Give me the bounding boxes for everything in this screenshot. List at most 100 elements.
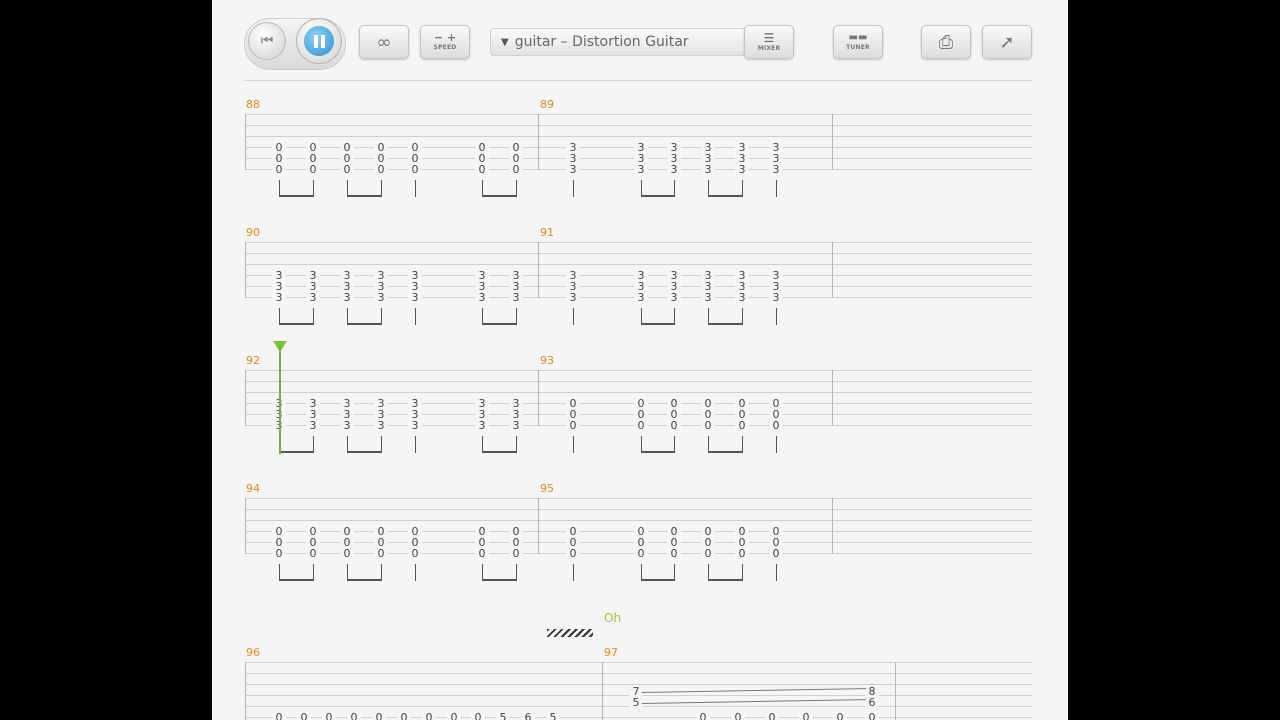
staff-line: [245, 509, 1032, 510]
print-icon: ⎙: [938, 31, 954, 53]
mixer-icon: ☰: [763, 31, 775, 45]
fret-number: 0: [769, 548, 783, 559]
staff-line: [245, 717, 1032, 718]
fret-number: 0: [509, 548, 523, 559]
fret-number: 3: [769, 292, 783, 303]
fret-number: 6: [521, 712, 535, 720]
staff-line: [245, 370, 1032, 371]
note-stem: [415, 564, 416, 581]
fret-number: 0: [340, 548, 354, 559]
note-beam: [347, 195, 382, 197]
note-beam: [482, 323, 517, 325]
fret-number: 3: [509, 292, 523, 303]
note-beam: [347, 451, 382, 453]
pause-icon: [313, 34, 325, 48]
note-beam: [482, 579, 517, 581]
note-stem: [776, 564, 777, 581]
note-beam: [482, 195, 517, 197]
fret-number: 0: [306, 548, 320, 559]
fret-number: 0: [667, 548, 681, 559]
measure-number: 92: [246, 354, 260, 367]
note-beam: [708, 579, 743, 581]
note-stem: [573, 180, 574, 197]
fret-number: 3: [306, 420, 320, 431]
fret-number: 3: [509, 420, 523, 431]
bar-line: [245, 242, 246, 298]
bar-line: [538, 114, 539, 170]
pause-button[interactable]: [296, 18, 342, 64]
fret-number: 3: [408, 420, 422, 431]
fret-number: 3: [634, 292, 648, 303]
fret-number: 3: [475, 292, 489, 303]
fret-number: 0: [422, 712, 436, 720]
note-beam: [641, 451, 675, 453]
share-button[interactable]: ➚: [982, 25, 1032, 59]
bar-line: [245, 114, 246, 170]
fret-number: 3: [701, 164, 715, 175]
print-button[interactable]: ⎙: [921, 25, 971, 59]
fret-number: 3: [408, 292, 422, 303]
bar-line: [832, 114, 833, 170]
tab-viewer-page: ⏮ ∞ − + SPEED ▼ guitar – Distortion Guit…: [212, 0, 1068, 720]
staff-line: [245, 264, 1032, 265]
fret-number: 0: [667, 420, 681, 431]
track-select[interactable]: ▼ guitar – Distortion Guitar: [490, 28, 748, 56]
bar-line: [538, 242, 539, 298]
fret-number: 3: [634, 164, 648, 175]
vibrato-mark: [547, 629, 593, 637]
fret-number: 0: [735, 420, 749, 431]
fret-number: 0: [475, 548, 489, 559]
loop-button[interactable]: ∞: [359, 25, 409, 59]
staff-line: [245, 392, 1032, 393]
fret-number: 3: [475, 420, 489, 431]
fret-number: 3: [566, 164, 580, 175]
note-beam: [347, 579, 382, 581]
loop-icon: ∞: [376, 31, 392, 53]
note-stem: [573, 436, 574, 453]
bar-line: [602, 662, 603, 720]
fret-number: 0: [272, 164, 286, 175]
bar-line: [832, 370, 833, 426]
mixer-button[interactable]: ☰ MIXER: [744, 25, 794, 59]
fret-number: 0: [397, 712, 411, 720]
fret-number: 0: [408, 548, 422, 559]
rewind-button[interactable]: ⏮: [248, 22, 286, 60]
mixer-label: MIXER: [757, 45, 781, 52]
staff-line: [245, 114, 1032, 115]
measure-number: 88: [246, 98, 260, 111]
fret-number: 3: [701, 292, 715, 303]
fret-number: 3: [566, 292, 580, 303]
fret-number: 3: [306, 292, 320, 303]
staff-line: [245, 136, 1032, 137]
tuner-button[interactable]: ▬▬ TUNER: [833, 25, 883, 59]
measure-number: 89: [540, 98, 554, 111]
toolbar-divider: [244, 80, 1032, 81]
note-beam: [347, 323, 382, 325]
fret-number: 5: [546, 712, 560, 720]
bar-line: [538, 498, 539, 554]
measure-number: 97: [604, 646, 618, 659]
fret-number: 0: [340, 164, 354, 175]
speed-icon: − +: [433, 31, 457, 44]
note-stem: [776, 436, 777, 453]
fret-number: 0: [634, 548, 648, 559]
fret-number: 0: [272, 712, 286, 720]
speed-button[interactable]: − + SPEED: [420, 25, 470, 59]
staff-line: [245, 253, 1032, 254]
fret-number: 0: [765, 712, 779, 720]
fret-number: 0: [566, 548, 580, 559]
bar-line: [245, 662, 246, 720]
playback-cursor[interactable]: [279, 346, 281, 454]
tuner-label: TUNER: [846, 44, 870, 51]
lyric-text: Oh: [604, 611, 622, 625]
fret-number: 0: [833, 712, 847, 720]
note-beam: [641, 579, 675, 581]
bar-line: [832, 242, 833, 298]
measure-number: 94: [246, 482, 260, 495]
fret-number: 0: [735, 548, 749, 559]
staff-line: [245, 242, 1032, 243]
note-beam: [641, 323, 675, 325]
measure-number: 95: [540, 482, 554, 495]
note-beam: [279, 451, 314, 453]
speed-label: SPEED: [433, 44, 457, 51]
